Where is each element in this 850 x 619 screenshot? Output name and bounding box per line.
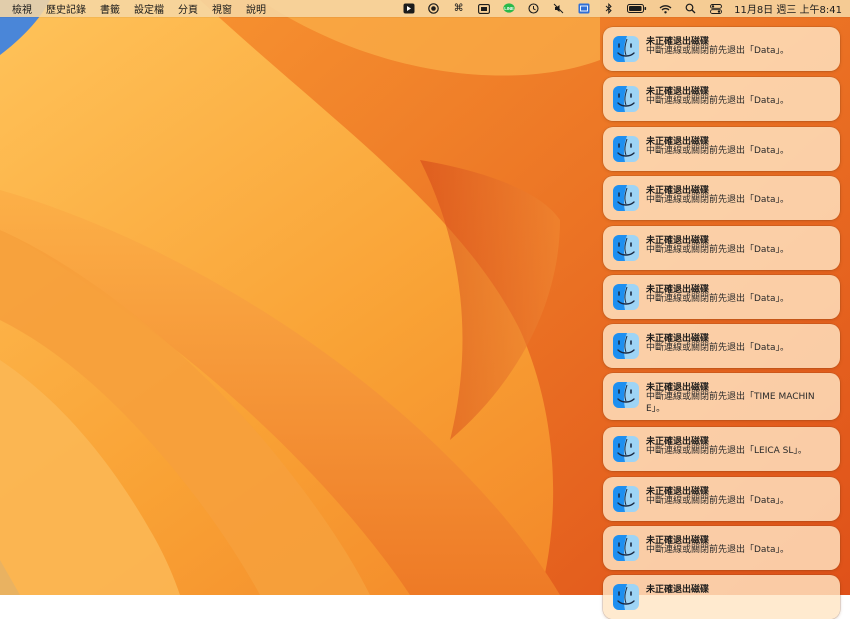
menu-bar-status-area: ⌘ LINE 11月8日 週三 上午8:41 (390, 0, 842, 17)
notification-body: 中斷連線或關閉前先退出「Data」。 (646, 46, 789, 56)
time-machine-icon[interactable] (527, 3, 540, 14)
menu-bar-clock[interactable]: 11月8日 週三 上午8:41 (734, 1, 842, 16)
control-center-icon[interactable] (709, 3, 722, 14)
finder-icon (613, 36, 639, 62)
finder-icon (613, 486, 639, 512)
app-indicator-icon[interactable] (402, 3, 415, 14)
finder-icon (613, 185, 639, 211)
menu-item-4[interactable]: 分頁 (178, 1, 198, 16)
line-app-icon[interactable]: LINE (502, 3, 515, 14)
finder-icon (613, 436, 639, 462)
menu-bar-items: 檢視 歷史記錄 書籤 設定檔 分頁 視窗 說明 (0, 1, 280, 16)
finder-icon (613, 584, 639, 610)
notification-card[interactable]: 未正確退出磁碟 (603, 575, 840, 619)
finder-icon (613, 382, 639, 408)
finder-icon (613, 235, 639, 261)
notification-card[interactable]: 未正確退出磁碟 中斷連線或關閉前先退出「LEICA SL」。 (603, 427, 840, 471)
notification-body: 中斷連線或關閉前先退出「Data」。 (646, 96, 789, 106)
notification-card[interactable]: 未正確退出磁碟 中斷連線或關閉前先退出「TIME MACHINE」。 (603, 373, 840, 420)
display-icon[interactable] (477, 3, 490, 14)
notification-card[interactable]: 未正確退出磁碟 中斷連線或關閉前先退出「Data」。 (603, 526, 840, 570)
notification-card[interactable]: 未正確退出磁碟 中斷連線或關閉前先退出「Data」。 (603, 27, 840, 71)
notification-body: 中斷連線或關閉前先退出「Data」。 (646, 545, 789, 555)
bluetooth-icon[interactable] (602, 3, 615, 14)
menu-item-0[interactable]: 檢視 (12, 1, 32, 16)
screen-record-icon[interactable] (427, 3, 440, 14)
notification-card[interactable]: 未正確退出磁碟 中斷連線或關閉前先退出「Data」。 (603, 324, 840, 368)
mute-icon[interactable] (552, 3, 565, 14)
keyboard-input-icon[interactable] (577, 3, 590, 14)
notification-title: 未正確退出磁碟 (646, 585, 710, 595)
notification-card[interactable]: 未正確退出磁碟 中斷連線或關閉前先退出「Data」。 (603, 275, 840, 319)
menu-item-1[interactable]: 歷史記錄 (46, 1, 86, 16)
notification-body: 中斷連線或關閉前先退出「Data」。 (646, 146, 789, 156)
notification-body: 中斷連線或關閉前先退出「Data」。 (646, 245, 789, 255)
finder-icon (613, 136, 639, 162)
notification-body: 中斷連線或關閉前先退出「TIME MACHINE」。 (646, 392, 815, 414)
menu-item-2[interactable]: 書籤 (100, 1, 120, 16)
svg-text:LINE: LINE (504, 6, 514, 11)
notification-body: 中斷連線或關閉前先退出「Data」。 (646, 294, 789, 304)
spotlight-search-icon[interactable] (684, 3, 697, 14)
notification-body: 中斷連線或關閉前先退出「Data」。 (646, 496, 789, 506)
wifi-icon[interactable] (659, 3, 672, 14)
notification-body: 中斷連線或關閉前先退出「Data」。 (646, 343, 789, 353)
notification-card[interactable]: 未正確退出磁碟 中斷連線或關閉前先退出「Data」。 (603, 77, 840, 121)
finder-icon (613, 86, 639, 112)
notification-card[interactable]: 未正確退出磁碟 中斷連線或關閉前先退出「Data」。 (603, 127, 840, 171)
battery-icon[interactable] (627, 3, 647, 14)
finder-icon (613, 333, 639, 359)
menu-item-3[interactable]: 設定檔 (134, 1, 164, 16)
finder-icon (613, 284, 639, 310)
notification-body: 中斷連線或關閉前先退出「LEICA SL」。 (646, 446, 807, 456)
notification-card[interactable]: 未正確退出磁碟 中斷連線或關閉前先退出「Data」。 (603, 226, 840, 270)
menu-bar: 檢視 歷史記錄 書籤 設定檔 分頁 視窗 說明 ⌘ LINE 11月8日 週三 … (0, 0, 850, 17)
command-icon[interactable]: ⌘ (452, 3, 465, 14)
menu-item-5[interactable]: 視窗 (212, 1, 232, 16)
notification-card[interactable]: 未正確退出磁碟 中斷連線或關閉前先退出「Data」。 (603, 176, 840, 220)
notification-body: 中斷連線或關閉前先退出「Data」。 (646, 195, 789, 205)
finder-icon (613, 535, 639, 561)
notification-card[interactable]: 未正確退出磁碟 中斷連線或關閉前先退出「Data」。 (603, 477, 840, 521)
menu-item-6[interactable]: 說明 (246, 1, 266, 16)
